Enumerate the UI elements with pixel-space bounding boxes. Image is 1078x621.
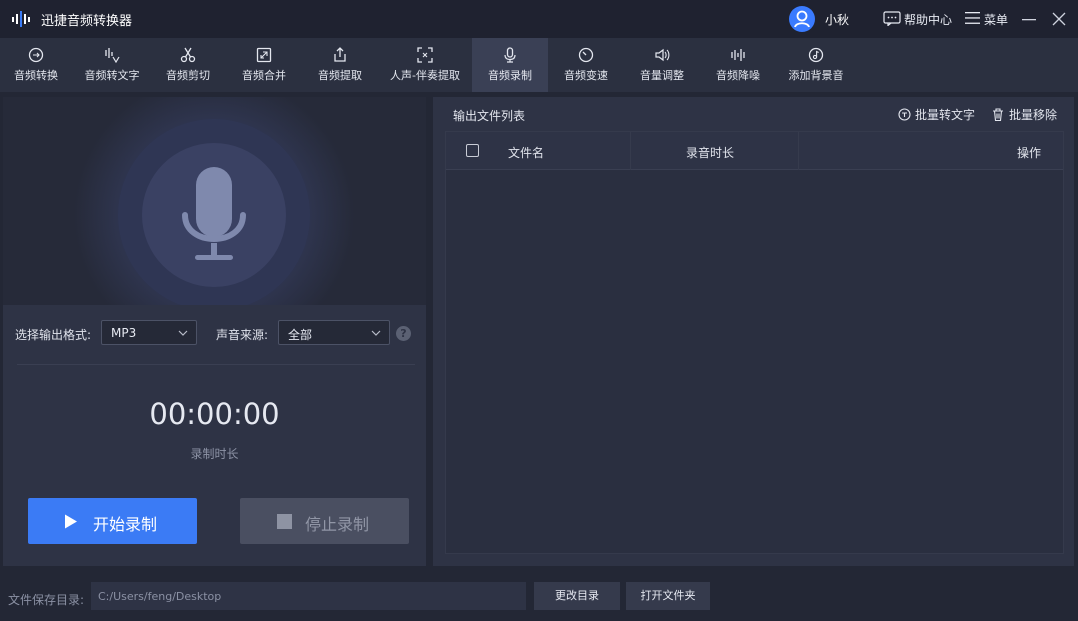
- chevron-down-icon: [371, 330, 381, 336]
- feature-toolbar: 音频转换 音频转文字 音频剪切 音频合并 音频提取 人声-伴奏提取 音频录制 音…: [0, 38, 1078, 92]
- table-header: 文件名 录音时长 操作: [446, 132, 1063, 170]
- sound-source-value: 全部: [288, 328, 313, 342]
- column-filename: 文件名: [508, 146, 545, 160]
- music-note-icon: [808, 47, 824, 63]
- tool-label: 音频合并: [242, 69, 286, 82]
- save-directory-label: 文件保存目录:: [8, 593, 85, 607]
- tool-audio-to-text[interactable]: 音频转文字: [72, 38, 152, 92]
- output-format-label: 选择输出格式:: [15, 328, 92, 342]
- app-logo-icon: [12, 11, 30, 27]
- change-directory-button[interactable]: 更改目录: [534, 582, 620, 610]
- tool-vocal-extract[interactable]: 人声-伴奏提取: [380, 38, 470, 92]
- menu-button[interactable]: 菜单: [984, 11, 1008, 28]
- merge-icon: [256, 47, 272, 63]
- tool-label: 人声-伴奏提取: [390, 69, 460, 82]
- output-list-title: 输出文件列表: [453, 109, 526, 123]
- menu-icon[interactable]: [965, 11, 980, 25]
- chevron-down-icon: [178, 330, 188, 336]
- audio-to-text-icon: [105, 48, 120, 63]
- tool-audio-record[interactable]: 音频录制: [472, 38, 548, 92]
- tool-audio-convert[interactable]: 音频转换: [0, 38, 72, 92]
- user-avatar[interactable]: [789, 6, 815, 32]
- to-text-icon: [898, 108, 911, 121]
- divider: [17, 364, 415, 365]
- tool-audio-extract[interactable]: 音频提取: [304, 38, 376, 92]
- tool-audio-cut[interactable]: 音频剪切: [152, 38, 224, 92]
- export-icon: [334, 47, 346, 62]
- batch-remove-button[interactable]: 批量移除: [992, 106, 1057, 123]
- tool-audio-speed[interactable]: 音频变速: [550, 38, 622, 92]
- tool-label: 音频剪切: [166, 69, 210, 82]
- sound-source-select[interactable]: 全部: [278, 320, 390, 345]
- column-duration: 录音时长: [686, 146, 735, 160]
- tool-label: 音频降噪: [716, 69, 760, 82]
- batch-to-text-label: 批量转文字: [915, 108, 976, 122]
- speed-icon: [578, 47, 594, 63]
- microphone-icon: [504, 47, 516, 63]
- large-microphone-icon: [74, 97, 354, 305]
- tool-volume-adjust[interactable]: 音量调整: [626, 38, 698, 92]
- column-actions: 操作: [1017, 146, 1042, 160]
- tool-add-background-music[interactable]: 添加背景音: [778, 38, 854, 92]
- tool-label: 音频录制: [488, 69, 532, 82]
- recording-timer: 00:00:00: [149, 397, 280, 431]
- volume-icon: [655, 48, 670, 62]
- column-separator: [630, 132, 631, 170]
- recorder-panel: 选择输出格式: MP3 声音来源: 全部 ? 00:00:00 录制时长 开始录…: [3, 97, 426, 566]
- tool-label: 添加背景音: [788, 69, 844, 82]
- help-center-link[interactable]: 帮助中心: [904, 11, 952, 28]
- select-all-checkbox[interactable]: [466, 144, 479, 157]
- app-title: 迅捷音频转换器: [41, 14, 133, 29]
- stop-icon: [277, 514, 292, 529]
- audio-convert-icon: [28, 47, 44, 63]
- tool-audio-merge[interactable]: 音频合并: [228, 38, 300, 92]
- open-folder-button[interactable]: 打开文件夹: [626, 582, 710, 610]
- tool-audio-denoise[interactable]: 音频降噪: [702, 38, 774, 92]
- user-icon: [794, 10, 810, 28]
- help-question-icon[interactable]: ?: [396, 326, 411, 341]
- batch-remove-label: 批量移除: [1009, 108, 1058, 122]
- title-bar: 迅捷音频转换器 小秋 帮助中心 菜单: [0, 0, 1078, 38]
- stop-recording-button[interactable]: 停止录制: [240, 498, 409, 544]
- output-file-table: 文件名 录音时长 操作: [445, 131, 1064, 554]
- close-icon[interactable]: [1051, 11, 1067, 27]
- output-format-select[interactable]: MP3: [101, 320, 197, 345]
- sound-source-label: 声音来源:: [216, 328, 269, 342]
- start-recording-label: 开始录制: [93, 515, 158, 534]
- column-separator: [798, 132, 799, 170]
- tool-label: 音频提取: [318, 69, 362, 82]
- microphone-visual: [3, 97, 426, 305]
- play-icon: [65, 514, 77, 529]
- tool-label: 音量调整: [640, 69, 684, 82]
- recording-duration-label: 录制时长: [190, 447, 239, 461]
- minimize-icon[interactable]: [1021, 11, 1037, 27]
- batch-to-text-button[interactable]: 批量转文字: [898, 106, 975, 123]
- denoise-icon: [731, 49, 745, 61]
- output-format-value: MP3: [111, 326, 137, 340]
- save-directory-input[interactable]: [91, 582, 526, 610]
- username[interactable]: 小秋: [825, 11, 849, 28]
- tool-label: 音频转换: [14, 69, 58, 82]
- tool-label: 音频转文字: [84, 69, 140, 82]
- stop-recording-label: 停止录制: [305, 515, 370, 534]
- start-recording-button[interactable]: 开始录制: [28, 498, 197, 544]
- output-file-panel: 输出文件列表 批量转文字 批量移除 文件名 录音时长 操作: [433, 97, 1074, 566]
- help-chat-icon[interactable]: [883, 11, 901, 26]
- tool-label: 音频变速: [564, 69, 608, 82]
- vocal-extract-icon: [417, 47, 433, 63]
- trash-icon: [993, 108, 1003, 121]
- scissors-icon: [180, 47, 196, 63]
